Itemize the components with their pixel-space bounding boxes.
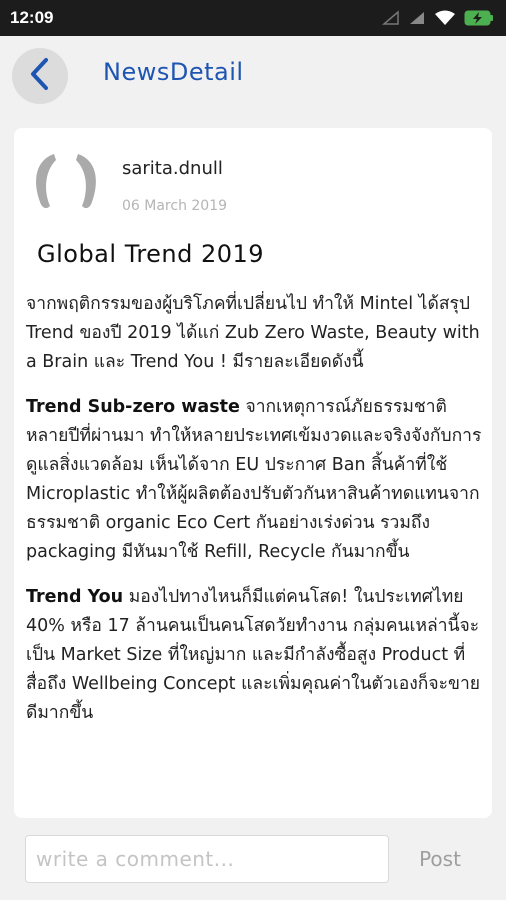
page-title: NewsDetail <box>103 58 244 86</box>
section-heading: Trend Sub-zero waste <box>26 397 240 417</box>
article-section: Trend You มองไปทางไหนก็มีแต่คนโสด! ในประ… <box>26 583 486 728</box>
article-title: Global Trend 2019 <box>37 240 265 268</box>
author-name[interactable]: sarita.dnull <box>122 158 223 179</box>
section-text: มองไปทางไหนก็มีแต่คนโสด! ในประเทศไทย 40%… <box>26 587 481 723</box>
article-body: จากพฤติกรรมของผู้บริโภคที่เปลี่ยนไป ทำให… <box>26 290 486 744</box>
post-date: 06 March 2019 <box>122 198 228 214</box>
comment-bar: Post <box>0 818 506 900</box>
post-button[interactable]: Post <box>400 835 480 883</box>
back-button[interactable] <box>12 48 68 104</box>
wifi-icon <box>434 10 456 26</box>
app-header: NewsDetail <box>0 36 506 116</box>
status-icons <box>382 10 494 26</box>
status-time: 12:09 <box>10 8 54 27</box>
signal-icon <box>408 10 426 26</box>
news-card: sarita.dnull 06 March 2019 Global Trend … <box>14 128 492 818</box>
article-intro: จากพฤติกรรมของผู้บริโภคที่เปลี่ยนไป ทำให… <box>26 294 480 372</box>
status-bar: 12:09 <box>0 0 506 36</box>
comment-input[interactable] <box>25 835 389 883</box>
battery-charging-icon <box>464 10 494 26</box>
article-section: Trend Sub-zero waste จากเหตุการณ์ภัยธรรม… <box>26 393 486 567</box>
section-heading: Trend You <box>26 587 124 607</box>
chevron-left-icon <box>27 57 53 95</box>
avatar <box>30 150 102 214</box>
signal-off-icon <box>382 10 400 26</box>
section-text: จากเหตุการณ์ภัยธรรมชาติหลายปีที่ผ่านมา ท… <box>26 397 482 562</box>
